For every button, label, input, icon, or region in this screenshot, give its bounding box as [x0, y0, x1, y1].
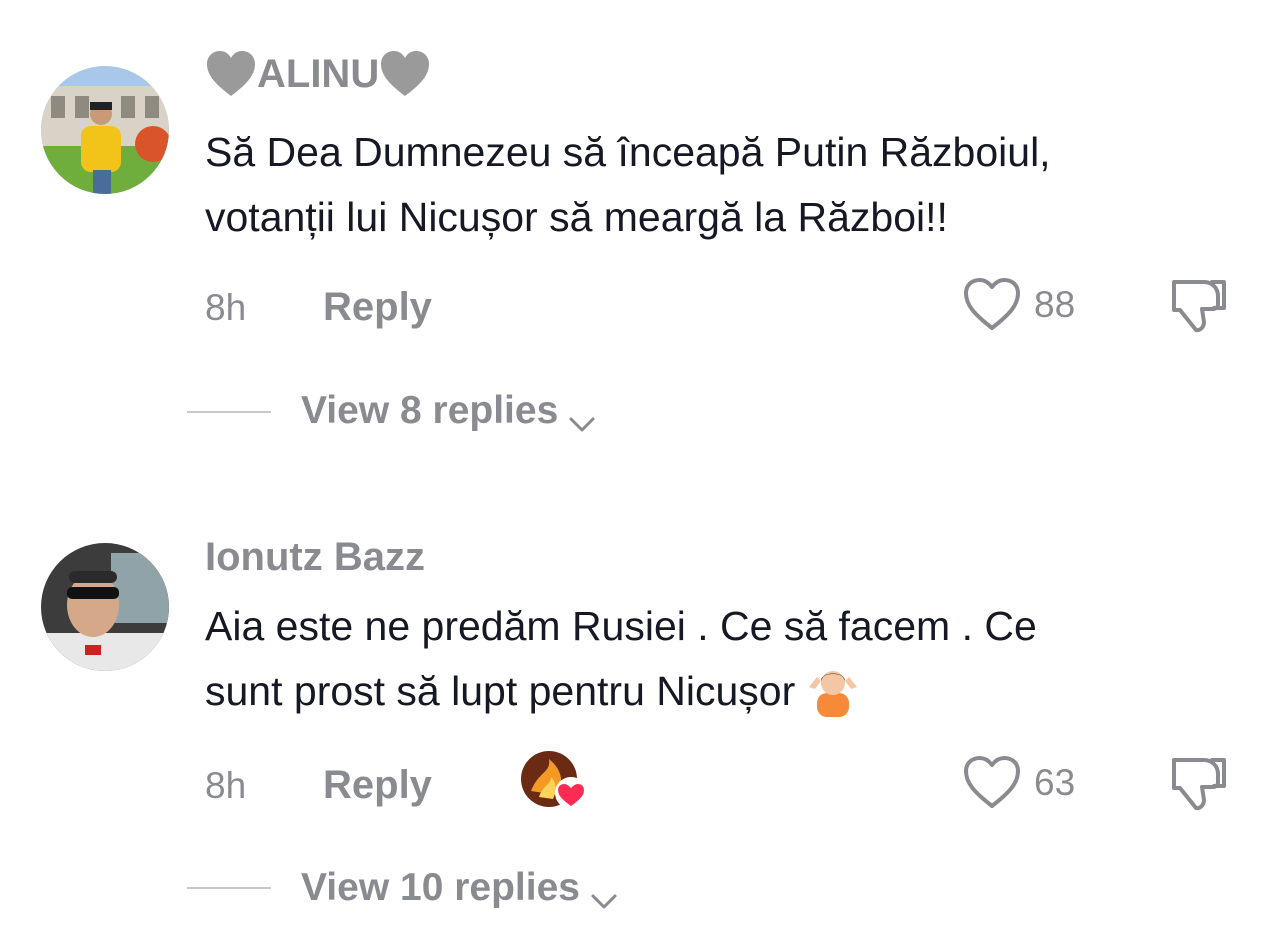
username-label: ALINU: [257, 51, 380, 96]
like-count: 63: [1034, 762, 1076, 803]
comment-time: 8h: [205, 287, 247, 328]
comment-username[interactable]: ALINU: [205, 50, 431, 98]
comment-text-line: votanții lui Nicușor să meargă la Război…: [205, 194, 948, 240]
heart-outline-icon[interactable]: [962, 754, 1022, 810]
grey-heart-icon: [379, 50, 431, 98]
avatar[interactable]: [41, 543, 169, 671]
dislike-icon[interactable]: [1168, 752, 1230, 814]
comment-text-line: sunt prost să lupt pentru Nicușor: [205, 659, 1215, 724]
view-replies-label: View 10 replies: [301, 866, 580, 909]
heart-outline-icon[interactable]: [962, 276, 1022, 332]
dislike-icon[interactable]: [1168, 274, 1230, 336]
comment-text-segment: sunt prost să lupt pentru Nicușor: [205, 668, 796, 714]
view-replies-button[interactable]: View 8 replies: [301, 389, 596, 433]
chevron-down-icon: [590, 878, 618, 909]
comment-text: Aia este ne predăm Rusiei . Ce să facem …: [205, 594, 1215, 724]
avatar[interactable]: [41, 66, 169, 194]
creator-liked-badge: [521, 751, 589, 811]
grey-heart-icon: [205, 50, 257, 98]
like-count: 88: [1034, 284, 1076, 325]
comment-text: Să Dea Dumnezeu să înceapă Putin Războiu…: [205, 120, 1215, 250]
reply-button[interactable]: Reply: [323, 763, 432, 808]
comment-text-line: Să Dea Dumnezeu să înceapă Putin Războiu…: [205, 129, 1051, 175]
divider: [187, 411, 271, 413]
divider: [187, 887, 271, 889]
person-shrugging-emoji: [805, 663, 861, 718]
comment-time: 8h: [205, 765, 247, 806]
view-replies-button[interactable]: View 10 replies: [301, 866, 618, 910]
comment-username[interactable]: Ionutz Bazz: [205, 535, 425, 580]
view-replies-label: View 8 replies: [301, 389, 559, 432]
comment-text-line: Aia este ne predăm Rusiei . Ce să facem …: [205, 603, 1037, 649]
chevron-down-icon: [568, 401, 596, 432]
reply-button[interactable]: Reply: [323, 285, 432, 330]
